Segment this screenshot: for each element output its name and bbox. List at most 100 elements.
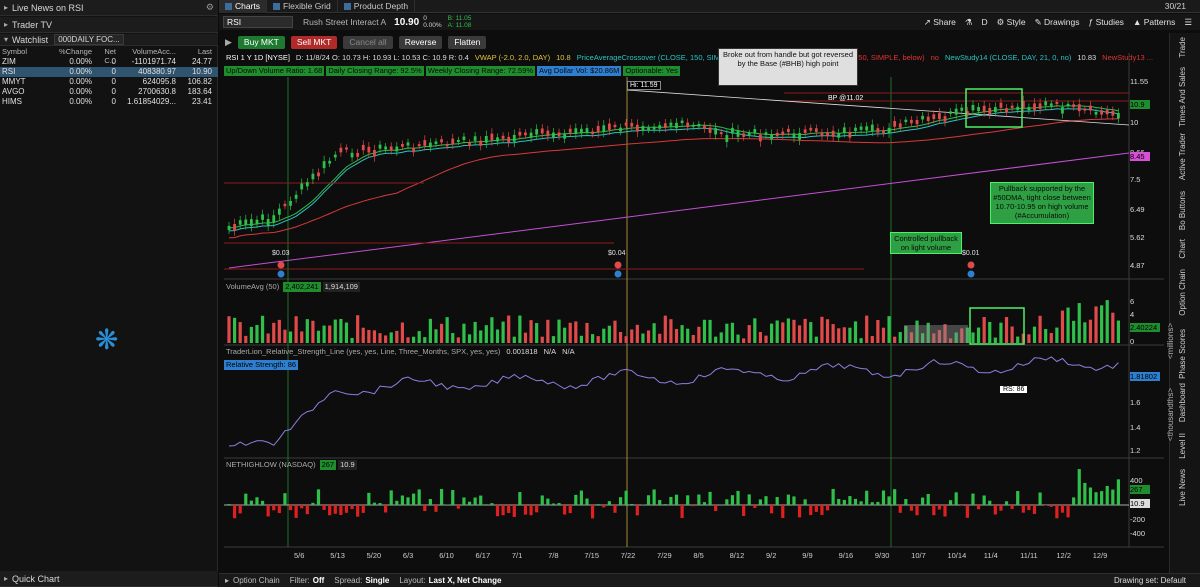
volume-bar	[305, 319, 309, 343]
nhl-flag-zero: 10.9	[1130, 499, 1150, 508]
nhl-bar	[546, 498, 550, 505]
col-last[interactable]: Last	[176, 47, 214, 57]
nhl-bar	[283, 493, 287, 505]
depth-icon	[343, 2, 351, 10]
watchlist-row[interactable]: HIMS 0.00% 0 1.61854029... 23.41	[0, 97, 218, 107]
watchlist-row[interactable]: AVGO 0.00% 0 2700630.8 183.64	[0, 87, 218, 97]
option-chain-label[interactable]: Option Chain	[233, 576, 280, 585]
col-symbol[interactable]: Symbol	[0, 47, 52, 57]
candle-body	[277, 208, 281, 215]
tab-flexible-grid[interactable]: Flexible Grid	[267, 0, 338, 13]
layout-value[interactable]: Last X, Net Change	[429, 576, 502, 585]
col-volume[interactable]: VolumeAcc...	[116, 47, 176, 57]
share-button[interactable]: ↗ Share	[924, 17, 956, 28]
row-symbol: AVGO	[2, 87, 25, 96]
candle-body	[680, 120, 684, 124]
net-change: 0	[423, 15, 427, 22]
nhl-bar	[361, 505, 365, 513]
tab-product-depth[interactable]: Product Depth	[338, 0, 416, 13]
vtab-times-and-sales[interactable]: Times And Sales	[1178, 67, 1192, 127]
collapse-icon[interactable]: ▸	[4, 574, 8, 583]
vtab-option-chain[interactable]: Option Chain	[1178, 269, 1192, 316]
nhl-bar	[294, 505, 298, 518]
flatten-button[interactable]: Flatten	[448, 35, 487, 49]
reverse-button[interactable]: Reverse	[398, 35, 443, 49]
drawing-set[interactable]: Drawing set: Default	[1114, 576, 1186, 585]
volume-bar	[725, 323, 729, 343]
collapse-icon[interactable]: ▸	[4, 20, 8, 29]
candle-body	[619, 127, 622, 132]
candle-body	[686, 122, 690, 128]
candle-body	[731, 127, 734, 134]
tab-label: Flexible Grid	[283, 1, 331, 11]
style-button[interactable]: ⚙ Style	[997, 17, 1026, 28]
vtab-trade[interactable]: Trade	[1178, 37, 1192, 58]
nhl-bar	[1038, 492, 1042, 505]
col-net[interactable]: Net C...	[92, 47, 116, 65]
watchlist-selector[interactable]: 000DAILY FOC...	[54, 34, 124, 45]
x-axis-label: 7/22	[620, 551, 636, 560]
volume-bar	[870, 336, 874, 343]
x-axis-label: 6/3	[402, 551, 414, 560]
quick-chart-header[interactable]: ▸ Quick Chart	[0, 571, 218, 587]
buy-mkt-button[interactable]: Buy MKT	[237, 35, 285, 49]
candle-body	[501, 135, 505, 139]
nhl-bar	[238, 505, 242, 514]
flask-icon[interactable]: ⚗	[965, 17, 973, 28]
nhl-axis-label: -400	[1130, 529, 1146, 538]
vtab-phase-scores[interactable]: Phase Scores	[1178, 329, 1192, 379]
watchlist-row[interactable]: ZIM 0.00% 0 -1101971.74 24.77	[0, 57, 218, 67]
patterns-button[interactable]: ▲ Patterns	[1133, 17, 1175, 27]
sell-mkt-button[interactable]: Sell MKT	[290, 35, 338, 49]
candle-body	[1038, 103, 1042, 109]
volume-bar	[809, 322, 813, 343]
vtab-chart[interactable]: Chart	[1178, 239, 1192, 259]
nhl-bar	[490, 503, 494, 505]
volume-bar	[865, 315, 869, 343]
timeframe-button[interactable]: D	[982, 17, 988, 27]
row-change: 0.00%	[69, 77, 92, 86]
live-news-header[interactable]: ▸ Live News on RSI ⚙	[0, 0, 218, 16]
tab-charts[interactable]: Charts	[219, 0, 268, 13]
volume-bar	[344, 322, 349, 343]
filter-value[interactable]: Off	[313, 576, 325, 585]
expand-icon[interactable]: ▶	[225, 37, 232, 48]
candle-body	[580, 128, 583, 134]
vtab-active-trader[interactable]: Active Trader	[1178, 133, 1192, 180]
drawings-button[interactable]: ✎ Drawings	[1035, 17, 1080, 28]
menu-icon[interactable]: ☰	[1184, 17, 1192, 28]
vtab-live-news[interactable]: Live News	[1178, 469, 1192, 506]
close-icon[interactable]: ⚙	[206, 2, 214, 13]
col-change[interactable]: %Change	[52, 47, 92, 57]
nhl-bar	[288, 505, 293, 511]
volume-bar	[238, 322, 242, 343]
cancel-all-button[interactable]: Cancel all	[343, 35, 393, 49]
price-axis-label: 5.62	[1130, 233, 1145, 242]
nhl-bar	[1111, 489, 1115, 505]
tab-label: Product Depth	[353, 1, 409, 11]
vtab-bo-buttons[interactable]: Bo Buttons	[1178, 191, 1192, 230]
x-axis-label: 11/11	[1020, 551, 1038, 560]
trader-tv-header[interactable]: ▸ Trader TV	[0, 17, 218, 33]
watchlist-row[interactable]: MMYT 0.00% 0 624095.8 106.82	[0, 77, 218, 87]
vtab-dashboard[interactable]: Dashboard	[1178, 383, 1192, 422]
nhl-bar	[1004, 501, 1009, 505]
live-news-label: Live News on RSI	[12, 2, 84, 13]
chart-canvas[interactable]	[224, 53, 1164, 566]
studies-button[interactable]: ƒ Studies	[1088, 17, 1123, 27]
watchlist-row[interactable]: RSI 0.00% 0 408380.97 10.90	[0, 67, 218, 77]
nhl-bar	[456, 505, 460, 509]
vtab-level-ii[interactable]: Level II	[1178, 433, 1192, 459]
expand-icon[interactable]: ▸	[225, 576, 229, 585]
x-axis-label: 7/8	[548, 551, 559, 560]
collapse-icon[interactable]: ▸	[4, 3, 8, 12]
candle-body	[1089, 105, 1092, 111]
candle-body	[641, 125, 645, 132]
row-change: 0.00%	[69, 57, 92, 66]
volume-bar	[1066, 307, 1070, 343]
volume-axis-label: 6	[1130, 297, 1135, 306]
collapse-icon[interactable]: ▾	[4, 35, 8, 44]
spread-value[interactable]: Single	[365, 576, 389, 585]
symbol-input[interactable]: RSI	[223, 16, 293, 28]
chart-area[interactable]: RSI 1 Y 1D [NYSE] D: 11/8/24 O: 10.73 H:…	[224, 48, 1164, 566]
